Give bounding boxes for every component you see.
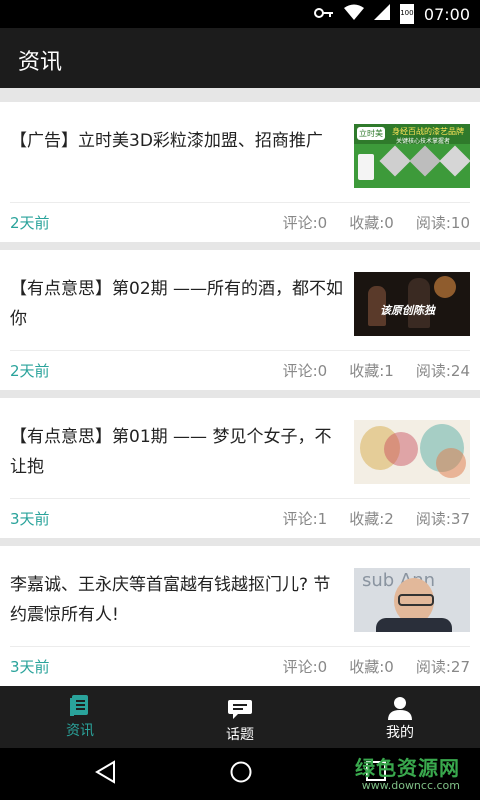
article-card[interactable]: 【有点意思】第02期 ——所有的酒，都不如你 该原创陈独 2天前 评论:0 收藏… xyxy=(0,250,480,390)
tab-label: 话题 xyxy=(226,727,254,743)
bottom-nav: 资讯 话题 我的 xyxy=(0,686,480,748)
article-time: 3天前 xyxy=(10,510,50,528)
thumb-paint-can xyxy=(358,154,374,180)
card-divider xyxy=(10,202,470,203)
thumb-brand-logo: 立时美 xyxy=(357,127,385,140)
article-title[interactable]: 李嘉诚、王永庆等首富越有钱越抠门儿? 节约震惊所有人! xyxy=(10,570,346,630)
card-divider xyxy=(10,350,470,351)
thumb-tile xyxy=(379,145,411,177)
chat-icon xyxy=(228,698,252,722)
app-bar: 资讯 xyxy=(0,28,480,88)
read-count: 阅读:24 xyxy=(415,362,470,380)
battery-icon: 100 xyxy=(399,4,414,24)
thumb-suit xyxy=(376,618,452,632)
comment-count: 评论:0 xyxy=(282,658,328,676)
article-stats: 评论:0 收藏:1 阅读:24 xyxy=(283,360,470,381)
article-title[interactable]: 【有点意思】第01期 —— 梦见个女子，不让抱 xyxy=(10,422,346,482)
tab-news[interactable]: 资讯 xyxy=(0,686,160,748)
card-divider xyxy=(10,498,470,499)
card-divider xyxy=(10,646,470,647)
read-count: 阅读:27 xyxy=(415,658,470,676)
article-title[interactable]: 【广告】立时美3D彩粒漆加盟、招商推广 xyxy=(10,126,346,156)
comment-count: 评论:0 xyxy=(282,214,328,232)
article-card[interactable]: 【有点意思】第01期 —— 梦见个女子，不让抱 3天前 评论:1 收藏:2 阅读… xyxy=(0,398,480,538)
status-icons: 100 07:00 xyxy=(313,0,470,28)
article-thumbnail[interactable]: 该原创陈独 xyxy=(354,272,470,336)
article-thumbnail[interactable]: sub Ann xyxy=(354,568,470,632)
battery-level: 100 xyxy=(400,9,414,17)
favorite-count: 收藏:1 xyxy=(349,362,394,380)
article-card[interactable]: 【广告】立时美3D彩粒漆加盟、招商推广 立时美 身经百战的漆艺品牌 关键核心技术… xyxy=(0,102,480,242)
tab-me[interactable]: 我的 xyxy=(320,686,480,748)
clock: 07:00 xyxy=(423,4,470,24)
back-icon[interactable] xyxy=(94,760,116,788)
thumb-watercolor xyxy=(384,432,418,466)
article-time: 2天前 xyxy=(10,214,50,232)
tab-topics[interactable]: 话题 xyxy=(160,686,320,748)
article-card[interactable]: 李嘉诚、王永庆等首富越有钱越抠门儿? 节约震惊所有人! sub Ann 3天前 … xyxy=(0,546,480,686)
article-title[interactable]: 【有点意思】第02期 ——所有的酒，都不如你 xyxy=(10,274,346,334)
thumb-caption: 该原创陈独 xyxy=(380,304,435,317)
article-stats: 评论:0 收藏:0 阅读:27 xyxy=(283,656,470,677)
comment-count: 评论:0 xyxy=(282,362,328,380)
tab-label: 资讯 xyxy=(66,723,94,739)
article-time: 2天前 xyxy=(10,362,50,380)
favorite-count: 收藏:0 xyxy=(349,658,394,676)
thumb-tile xyxy=(409,145,441,177)
comment-count: 评论:1 xyxy=(282,510,328,528)
system-nav-bar xyxy=(0,748,480,800)
news-icon xyxy=(70,694,90,718)
article-thumbnail[interactable] xyxy=(354,420,470,484)
thumb-subtitle: 关键核心技术掌握者 xyxy=(396,138,451,145)
favorite-count: 收藏:2 xyxy=(349,510,394,528)
read-count: 阅读:10 xyxy=(415,214,470,232)
article-stats: 评论:0 收藏:0 阅读:10 xyxy=(283,212,470,233)
article-stats: 评论:1 收藏:2 阅读:37 xyxy=(283,508,470,529)
article-thumbnail[interactable]: 立时美 身经百战的漆艺品牌 关键核心技术掌握者 xyxy=(354,124,470,188)
thumb-light xyxy=(434,276,456,298)
key-icon xyxy=(313,5,334,23)
thumb-glasses xyxy=(398,594,434,606)
signal-icon xyxy=(373,4,390,24)
thumb-watercolor xyxy=(436,448,466,478)
page-title: 资讯 xyxy=(18,50,63,75)
thumb-tile xyxy=(439,145,470,177)
article-list[interactable]: 【广告】立时美3D彩粒漆加盟、招商推广 立时美 身经百战的漆艺品牌 关键核心技术… xyxy=(0,88,480,686)
home-icon[interactable] xyxy=(229,760,253,788)
article-time: 3天前 xyxy=(10,658,50,676)
recents-icon[interactable] xyxy=(365,760,387,786)
wifi-icon xyxy=(343,4,364,24)
read-count: 阅读:37 xyxy=(415,510,470,528)
tab-label: 我的 xyxy=(386,725,414,741)
favorite-count: 收藏:0 xyxy=(349,214,394,232)
user-icon xyxy=(388,696,412,720)
status-bar: 100 07:00 xyxy=(0,0,480,28)
